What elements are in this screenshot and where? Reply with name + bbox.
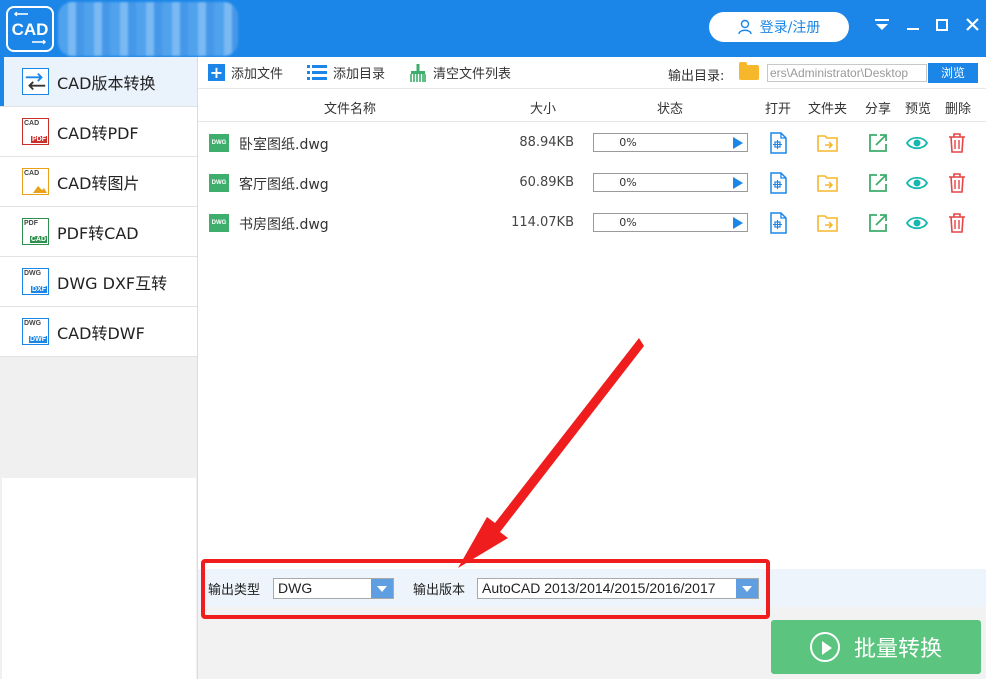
list-icon (307, 65, 328, 80)
file-name: 客厅图纸.dwg (239, 177, 329, 193)
file-name: 卧室图纸.dwg (239, 137, 329, 153)
sidebar-item-pdf-to-cad[interactable]: PDF CAD PDF转CAD (0, 207, 197, 257)
delete-trash-icon[interactable] (946, 212, 968, 234)
progress-text: 0% (619, 176, 637, 189)
sidebar-item-cad-to-pdf[interactable]: CAD PDF CAD转PDF (0, 107, 197, 157)
output-dir-label: 输出目录: (668, 69, 725, 84)
dwg-dxf-icon: DWG DXF (22, 268, 49, 295)
sidebar-item-cad-to-image[interactable]: CAD CAD转图片 (0, 157, 197, 207)
arrow-left-icon: ⟵ (14, 9, 29, 20)
sidebar-item-label: DWG DXF互转 (57, 273, 168, 293)
table-row[interactable]: DWG 卧室图纸.dwg 88.94KB 0% (198, 123, 986, 163)
progress-text: 0% (619, 136, 637, 149)
progress-bar: 0% (593, 173, 748, 192)
minimize-icon[interactable] (901, 14, 925, 38)
clear-list-label: 清空文件列表 (433, 67, 512, 82)
app-logo: ⟵ CAD ⟶ (6, 6, 54, 52)
preview-eye-icon[interactable] (906, 132, 928, 154)
header-preview: 预览 (905, 102, 932, 117)
open-folder-icon[interactable] (817, 212, 839, 234)
add-file-label: 添加文件 (231, 67, 284, 82)
play-icon[interactable] (733, 177, 743, 189)
play-icon[interactable] (733, 217, 743, 229)
file-list-panel: 文件名称 大小 状态 打开 文件夹 分享 预览 删除 DWG 卧室图纸.dwg … (198, 89, 986, 569)
user-icon (737, 19, 752, 35)
preview-eye-icon[interactable] (906, 172, 928, 194)
open-file-icon[interactable] (767, 212, 789, 234)
maximize-icon[interactable] (930, 14, 954, 38)
header-size: 大小 (530, 102, 557, 117)
open-file-icon[interactable] (767, 132, 789, 154)
share-icon[interactable] (867, 132, 889, 154)
header-delete: 删除 (945, 102, 972, 117)
sidebar-item-cad-to-dwf[interactable]: DWG DWF CAD转DWF (0, 307, 197, 357)
progress-bar: 0% (593, 213, 748, 232)
open-folder-icon[interactable] (817, 172, 839, 194)
open-file-icon[interactable] (767, 172, 789, 194)
progress-bar: 0% (593, 133, 748, 152)
sidebar-item-label: CAD转图片 (57, 173, 140, 193)
play-circle-icon (809, 632, 840, 662)
cad-to-image-icon: CAD (22, 168, 49, 195)
preview-eye-icon[interactable] (906, 212, 928, 234)
add-directory-button[interactable]: 添加目录 (307, 63, 385, 82)
sidebar-item-label: CAD转PDF (57, 123, 139, 143)
open-folder-icon[interactable] (817, 132, 839, 154)
close-icon[interactable] (960, 14, 984, 38)
cad-to-dwf-icon: DWG DWF (22, 318, 49, 345)
title-bar: ⟵ CAD ⟶ 登录/注册 (0, 0, 986, 57)
sidebar: CAD版本转换 CAD PDF CAD转PDF CAD CAD转图片 PDF C… (0, 57, 198, 679)
header-status: 状态 (657, 102, 684, 117)
sidebar-item-label: CAD版本转换 (57, 73, 156, 93)
menu-icon[interactable] (870, 14, 894, 38)
broom-icon (410, 63, 426, 82)
file-name: 书房图纸.dwg (239, 217, 329, 233)
blurred-app-name (58, 2, 238, 56)
file-size: 88.94KB (519, 135, 574, 150)
file-size: 114.07KB (511, 215, 574, 230)
cad-version-icon (22, 68, 49, 95)
dwg-file-icon: DWG (209, 174, 229, 192)
dwg-file-icon: DWG (209, 214, 229, 232)
share-icon[interactable] (867, 212, 889, 234)
share-icon[interactable] (867, 172, 889, 194)
cad-to-pdf-icon: CAD PDF (22, 118, 49, 145)
play-icon[interactable] (733, 137, 743, 149)
header-open: 打开 (765, 102, 792, 117)
pdf-to-cad-icon: PDF CAD (22, 218, 49, 245)
sidebar-item-label: CAD转DWF (57, 323, 145, 343)
header-share: 分享 (865, 102, 892, 117)
add-file-button[interactable]: + 添加文件 (208, 63, 283, 82)
sidebar-item-label: PDF转CAD (57, 223, 139, 243)
table-header: 文件名称 大小 状态 打开 文件夹 分享 预览 删除 (198, 89, 986, 122)
add-directory-label: 添加目录 (333, 67, 386, 82)
sidebar-empty-area (2, 478, 196, 679)
output-path-input[interactable]: ers\Administrator\Desktop (767, 64, 927, 82)
dwg-file-icon: DWG (209, 134, 229, 152)
batch-convert-button[interactable]: 批量转换 (771, 620, 981, 674)
sidebar-item-dwg-dxf[interactable]: DWG DXF DWG DXF互转 (0, 257, 197, 307)
folder-icon[interactable] (739, 62, 759, 80)
login-register-button[interactable]: 登录/注册 (709, 12, 849, 42)
annotation-highlight-box (201, 559, 770, 619)
batch-convert-label: 批量转换 (853, 637, 942, 662)
file-size: 60.89KB (519, 175, 574, 190)
arrow-right-icon: ⟶ (31, 37, 46, 48)
header-folder: 文件夹 (808, 102, 848, 117)
table-row[interactable]: DWG 客厅图纸.dwg 60.89KB 0% (198, 163, 986, 203)
browse-button[interactable]: 浏览 (928, 63, 978, 83)
progress-text: 0% (619, 216, 637, 229)
plus-icon: + (208, 63, 225, 82)
delete-trash-icon[interactable] (946, 132, 968, 154)
login-label: 登录/注册 (759, 20, 821, 36)
clear-list-button[interactable]: 清空文件列表 (409, 63, 511, 82)
sidebar-item-cad-version[interactable]: CAD版本转换 (0, 57, 197, 107)
table-row[interactable]: DWG 书房图纸.dwg 114.07KB 0% (198, 203, 986, 243)
header-file-name: 文件名称 (324, 102, 377, 117)
toolbar: + 添加文件 添加目录 清空文件列表 输出目录: ers\Administrat… (198, 57, 986, 89)
delete-trash-icon[interactable] (946, 172, 968, 194)
